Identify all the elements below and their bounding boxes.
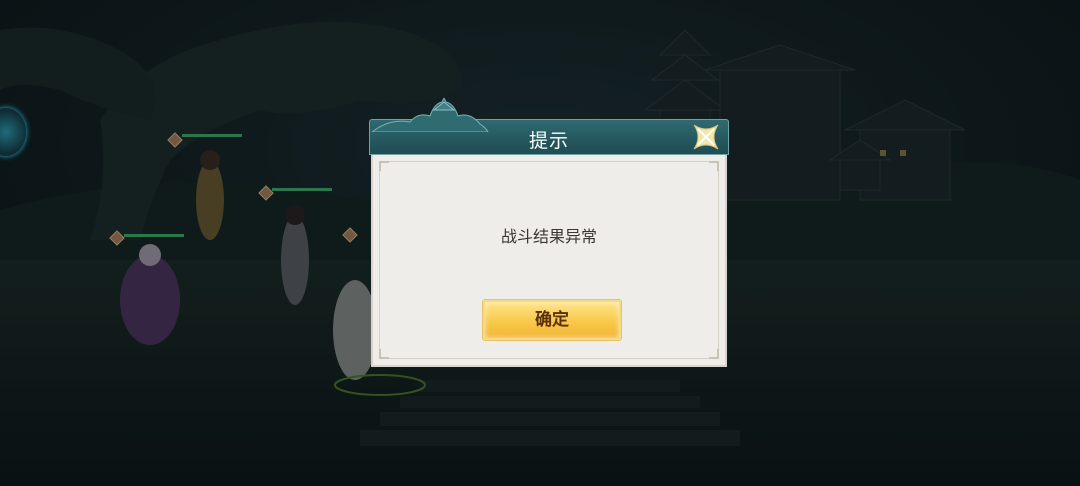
frame-corner [379, 161, 389, 171]
close-button[interactable] [688, 119, 724, 155]
confirm-button[interactable]: 确定 [483, 300, 621, 340]
dialog-header: 提示 [369, 98, 729, 155]
frame-corner [709, 161, 719, 171]
frame-corner [709, 349, 719, 359]
frame-corner [379, 349, 389, 359]
dialog-body: 战斗结果异常 确定 [371, 155, 727, 367]
dialog-title: 提示 [528, 130, 569, 152]
close-x-icon [693, 124, 719, 150]
dialog-message: 战斗结果异常 [500, 227, 597, 246]
alert-dialog: 提示 战斗结果异常 确定 [369, 98, 729, 367]
